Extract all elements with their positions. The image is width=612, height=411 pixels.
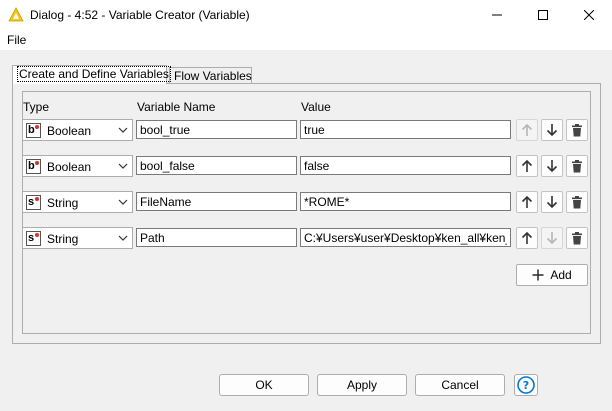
move-down-button[interactable] — [541, 155, 563, 177]
menu-bar: File — [0, 30, 612, 50]
minimize-button[interactable] — [474, 0, 520, 30]
type-label: Boolean — [47, 124, 92, 138]
boolean-type-icon: b — [26, 123, 41, 138]
chevron-down-icon — [118, 199, 128, 205]
add-variable-button[interactable]: Add — [516, 264, 588, 286]
maximize-button[interactable] — [520, 0, 566, 30]
type-dropdown[interactable]: b Boolean — [22, 155, 133, 177]
trash-icon — [572, 231, 582, 244]
tab-create-and-define-variables[interactable]: Create and Define Variables — [12, 65, 171, 84]
type-dropdown[interactable]: s String — [22, 191, 133, 213]
type-label: String — [47, 196, 79, 210]
variable-name-input[interactable] — [136, 192, 297, 211]
move-up-button[interactable] — [516, 191, 538, 213]
string-type-icon: s — [26, 231, 41, 246]
dialog-content: Create and Define Variables Flow Variabl… — [0, 50, 612, 411]
move-down-button[interactable] — [541, 119, 563, 141]
type-dropdown[interactable]: b Boolean — [22, 119, 133, 141]
ok-button[interactable]: OK — [219, 374, 309, 396]
boolean-type-icon: b — [26, 159, 41, 174]
delete-button[interactable] — [566, 191, 588, 213]
arrow-down-icon — [546, 160, 558, 173]
delete-button[interactable] — [566, 119, 588, 141]
title-bar: Dialog - 4:52 - Variable Creator (Variab… — [0, 0, 612, 30]
arrow-down-icon — [546, 196, 558, 209]
menu-file[interactable]: File — [7, 33, 26, 47]
column-header-value: Value — [301, 100, 331, 114]
apply-label: Apply — [346, 378, 378, 392]
variable-value-input[interactable] — [300, 120, 511, 139]
variable-value-input[interactable] — [300, 228, 511, 247]
maximize-icon — [538, 10, 548, 20]
trash-icon — [572, 195, 582, 208]
variable-name-input[interactable] — [136, 120, 297, 139]
variable-value-input[interactable] — [300, 192, 511, 211]
delete-button[interactable] — [566, 227, 588, 249]
type-label: Boolean — [47, 160, 92, 174]
close-icon — [584, 10, 594, 20]
minimize-icon — [492, 14, 502, 16]
move-up-button[interactable] — [516, 155, 538, 177]
type-dropdown[interactable]: s String — [22, 227, 133, 249]
column-header-type: Type — [23, 100, 50, 114]
chevron-down-icon — [118, 163, 128, 169]
chevron-down-icon — [118, 235, 128, 241]
arrow-up-icon — [521, 231, 533, 244]
move-up-button[interactable] — [516, 119, 538, 141]
move-up-button[interactable] — [516, 227, 538, 249]
chevron-down-icon — [118, 127, 128, 133]
arrow-up-icon — [521, 195, 533, 208]
apply-button[interactable]: Apply — [317, 374, 407, 396]
help-icon: ? — [517, 376, 535, 394]
string-type-icon: s — [26, 195, 41, 210]
tab-label: Create and Define Variables — [17, 66, 171, 82]
add-label: Add — [550, 268, 572, 282]
variable-value-input[interactable] — [300, 156, 511, 175]
help-button[interactable]: ? — [514, 374, 538, 396]
trash-icon — [572, 159, 582, 172]
type-label: String — [47, 232, 79, 246]
window-title: Dialog - 4:52 - Variable Creator (Variab… — [30, 8, 250, 22]
move-down-button[interactable] — [541, 191, 563, 213]
svg-text:?: ? — [523, 379, 529, 392]
plus-icon — [532, 269, 544, 281]
close-button[interactable] — [566, 0, 612, 30]
move-down-button[interactable] — [541, 227, 563, 249]
arrow-down-icon — [546, 232, 558, 245]
delete-button[interactable] — [566, 155, 588, 177]
cancel-label: Cancel — [441, 378, 479, 392]
cancel-button[interactable]: Cancel — [415, 374, 505, 396]
arrow-up-icon — [521, 159, 533, 172]
app-icon — [8, 7, 24, 22]
arrow-up-icon — [521, 123, 533, 136]
column-header-variable-name: Variable Name — [137, 100, 216, 114]
ok-label: OK — [255, 378, 273, 392]
variable-name-input[interactable] — [136, 228, 297, 247]
trash-icon — [572, 123, 582, 136]
arrow-down-icon — [546, 124, 558, 137]
variable-name-input[interactable] — [136, 156, 297, 175]
tab-label: Flow Variables — [174, 69, 252, 83]
tab-flow-variables[interactable]: Flow Variables — [169, 67, 252, 84]
